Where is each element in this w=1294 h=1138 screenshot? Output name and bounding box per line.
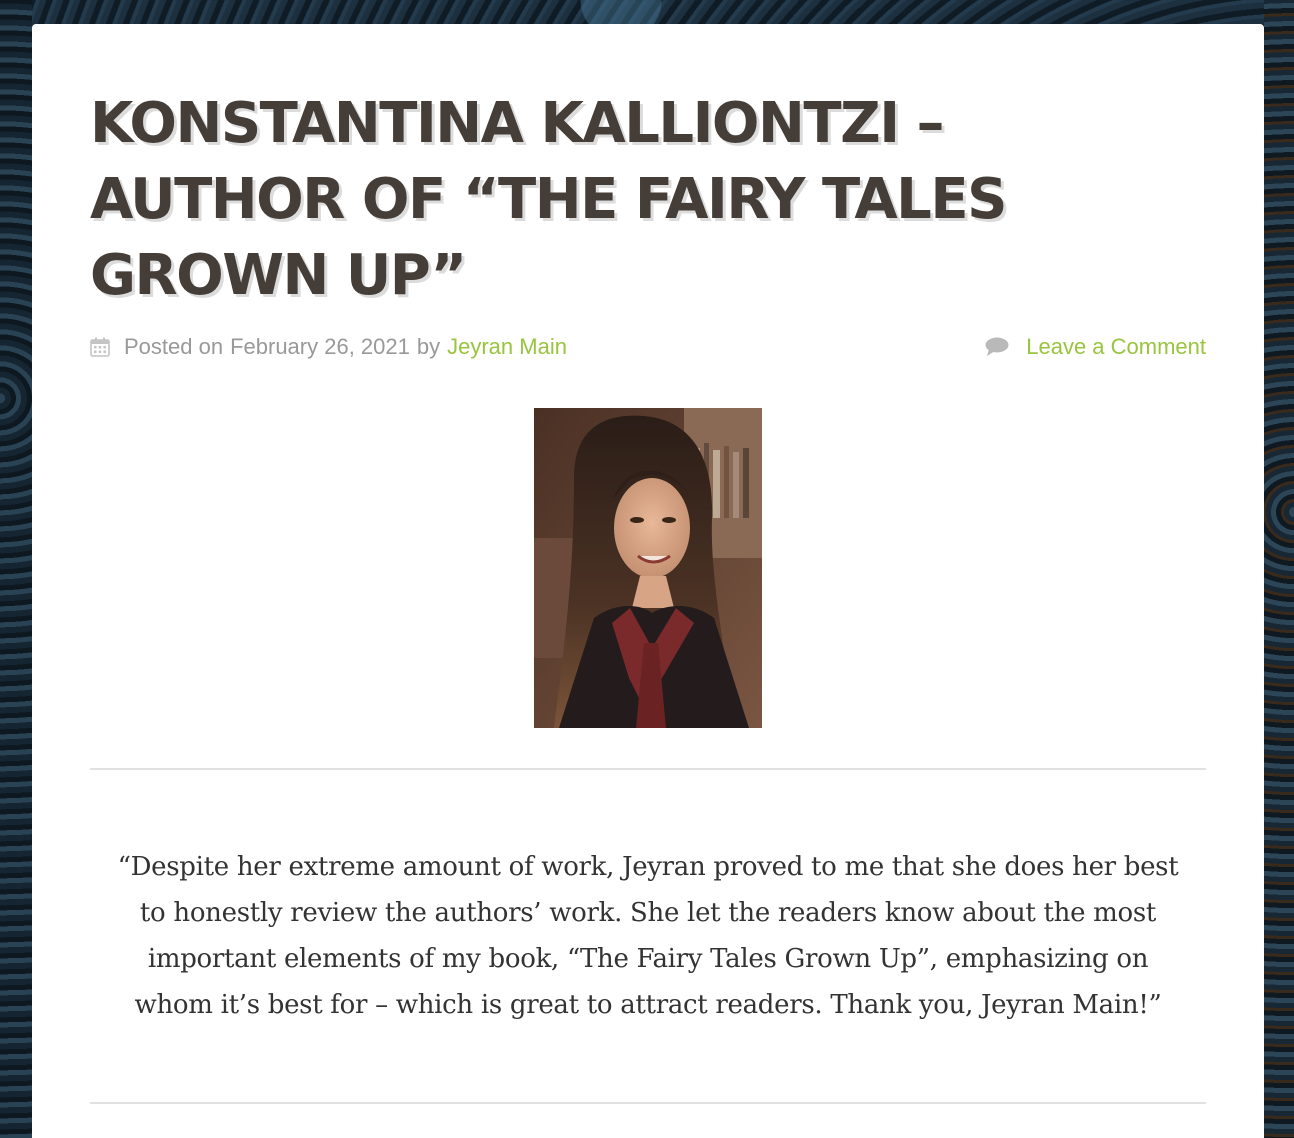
background-pattern-left [0, 0, 32, 1138]
leave-comment-link[interactable]: Leave a Comment [1026, 334, 1206, 360]
background-pattern-right [1264, 0, 1294, 1138]
divider-top [90, 768, 1206, 770]
author-link[interactable]: Jeyran Main [447, 334, 567, 360]
post-date[interactable]: February 26, 2021 [230, 334, 410, 360]
post-meta: Posted on February 26, 2021 by Jeyran Ma… [90, 332, 1206, 362]
author-photo [534, 408, 762, 728]
calendar-icon [90, 337, 110, 357]
post-card: KONSTANTINA KALLIONTZI – AUTHOR OF “THE … [32, 24, 1264, 1138]
post-title: KONSTANTINA KALLIONTZI – AUTHOR OF “THE … [90, 91, 1007, 308]
comment-bubble-icon [984, 336, 1010, 358]
divider-bottom [90, 1102, 1206, 1104]
post-date-author: Posted on February 26, 2021 by Jeyran Ma… [90, 332, 567, 362]
posted-on-label: Posted on [124, 334, 224, 359]
by-label: by [416, 334, 441, 359]
comments-area: Leave a Comment [984, 332, 1206, 362]
testimonial-quote: “Despite her extreme amount of work, Jey… [117, 852, 1179, 1020]
